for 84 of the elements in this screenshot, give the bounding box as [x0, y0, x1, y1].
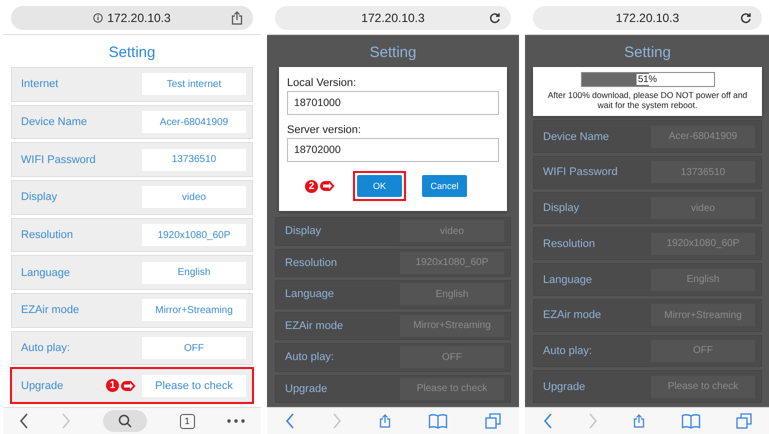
- url-text: 172.20.10.3: [107, 11, 171, 25]
- setting-value-button[interactable]: 13736510: [142, 148, 246, 171]
- setting-label: Display: [285, 225, 322, 238]
- share-icon[interactable]: [378, 414, 391, 428]
- progress-percent: 51%: [636, 74, 659, 85]
- more-icon[interactable]: [226, 419, 245, 423]
- bookmarks-icon[interactable]: [428, 413, 448, 429]
- setting-label: Auto play:: [543, 344, 593, 357]
- tabs-icon[interactable]: [484, 413, 501, 429]
- setting-label: Language: [285, 288, 335, 300]
- setting-value-button[interactable]: 13736510: [651, 161, 755, 184]
- page-title: Setting: [108, 44, 156, 61]
- arrow-icon: [320, 180, 335, 192]
- page-title: Setting: [370, 44, 416, 61]
- setting-value-button[interactable]: 1920x1080_60P: [400, 252, 504, 274]
- setting-label: Language: [21, 266, 71, 279]
- setting-label: EZAir mode: [285, 320, 344, 332]
- back-icon[interactable]: [19, 413, 30, 429]
- setting-value-button[interactable]: Please to check: [651, 376, 755, 398]
- setting-value-button[interactable]: 1920x1080_60P: [651, 232, 755, 255]
- step-number: 1: [106, 379, 119, 392]
- arrow-icon: [121, 380, 136, 392]
- search-icon: [118, 414, 132, 428]
- setting-label: Upgrade: [543, 380, 586, 393]
- setting-value-button[interactable]: English: [400, 283, 504, 306]
- dialog-button[interactable]: Cancel: [422, 175, 467, 197]
- address-bar[interactable]: 172.20.10.3: [533, 6, 762, 30]
- setting-label: WIFI Password: [21, 154, 97, 166]
- page-title: Setting: [624, 44, 671, 61]
- setting-label: WIFI Password: [543, 166, 619, 178]
- setting-value-button[interactable]: Mirror+Streaming: [142, 299, 246, 322]
- back-icon[interactable]: [285, 413, 296, 429]
- setting-label: Resolution: [285, 256, 338, 269]
- setting-label: EZAir mode: [21, 304, 80, 316]
- field-label: Server version:: [287, 124, 362, 136]
- setting-label: Internet: [21, 78, 60, 90]
- field-label: Local Version:: [287, 77, 358, 89]
- tabs-icon[interactable]: [736, 413, 752, 429]
- back-icon[interactable]: [542, 413, 553, 429]
- setting-value-button[interactable]: English: [651, 268, 755, 291]
- step-number: 2: [305, 180, 318, 192]
- setting-value-button[interactable]: Please to check: [142, 374, 246, 397]
- setting-label: Display: [21, 191, 58, 204]
- setting-label: Device Name: [543, 130, 610, 143]
- setting-value-button[interactable]: video: [651, 197, 755, 220]
- setting-label: Resolution: [543, 238, 596, 250]
- setting-label: Display: [543, 202, 580, 214]
- reload-icon[interactable]: [740, 12, 752, 24]
- setting-label: EZAir mode: [543, 309, 602, 322]
- setting-label: Resolution: [21, 229, 74, 242]
- setting-value-button[interactable]: OFF: [651, 340, 755, 362]
- setting-value-button[interactable]: Acer-68041909: [142, 111, 246, 133]
- setting-value-button[interactable]: Please to check: [400, 378, 504, 400]
- setting-value-button[interactable]: OFF: [400, 346, 504, 368]
- setting-value-button[interactable]: video: [142, 186, 246, 208]
- bookmarks-icon[interactable]: [680, 413, 701, 429]
- setting-label: Auto play:: [21, 342, 71, 354]
- dialog-button[interactable]: OK: [357, 175, 402, 197]
- reload-icon[interactable]: [489, 12, 501, 24]
- setting-label: Auto play:: [285, 351, 335, 364]
- setting-value-button[interactable]: video: [400, 220, 504, 242]
- setting-label: Language: [543, 274, 593, 286]
- input-field[interactable]: 18702000: [287, 138, 499, 162]
- setting-value-button[interactable]: Test internet: [142, 73, 246, 96]
- search-button[interactable]: [103, 410, 148, 432]
- url-text: 172.20.10.3: [361, 11, 425, 25]
- setting-label: Upgrade: [285, 382, 328, 395]
- tab-count[interactable]: 1: [180, 414, 195, 428]
- setting-value-button[interactable]: 1920x1080_60P: [142, 224, 246, 246]
- input-field[interactable]: 18701000: [287, 91, 499, 115]
- share-icon[interactable]: [231, 11, 243, 25]
- setting-value-button[interactable]: English: [142, 262, 246, 284]
- info-icon: [93, 13, 104, 23]
- setting-label: Upgrade: [21, 380, 64, 392]
- warning-message: After 100% download, please DO NOT power off and wait for the system reboot.: [546, 90, 748, 110]
- setting-label: Device Name: [21, 116, 88, 128]
- setting-value-button[interactable]: OFF: [142, 337, 246, 360]
- share-icon[interactable]: [633, 414, 646, 428]
- address-bar[interactable]: 172.20.10.3: [275, 6, 511, 30]
- url-text: 172.20.10.3: [616, 11, 680, 25]
- setting-value-button[interactable]: Mirror+Streaming: [651, 304, 755, 326]
- setting-value-button[interactable]: Acer-68041909: [651, 126, 755, 148]
- address-bar[interactable]: 172.20.10.3: [11, 6, 253, 30]
- setting-value-button[interactable]: Mirror+Streaming: [400, 314, 504, 337]
